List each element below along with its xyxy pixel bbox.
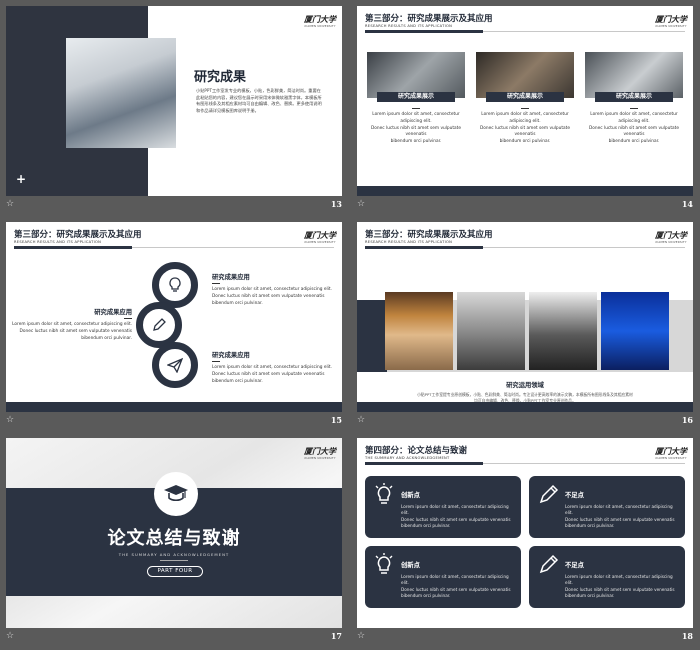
section-subtitle: THE SUMMARY AND ACKNOWLEDGEMENT bbox=[365, 456, 450, 460]
bottom-bar bbox=[6, 402, 342, 412]
office-photo bbox=[66, 38, 176, 148]
slide-18[interactable]: 第四部分：论文总结与致谢 THE SUMMARY AND ACKNOWLEDGE… bbox=[357, 438, 693, 628]
tower-photo bbox=[529, 292, 597, 370]
star-icon[interactable]: ☆ bbox=[6, 415, 14, 425]
slide-number: 17 bbox=[330, 631, 342, 641]
field-label: 研究运用领域 bbox=[506, 382, 544, 389]
slide-thumb-13[interactable]: + 厦门大学 XIAMEN UNIVERSITY 研究成果 小贴PPT工作室发专… bbox=[0, 0, 346, 212]
slide-number: 13 bbox=[330, 199, 342, 209]
header-divider bbox=[365, 30, 685, 33]
slide-thumb-16[interactable]: 第三部分：研究成果展示及其应用 RESEARCH RESULTS AND ITS… bbox=[351, 216, 697, 428]
result-card: 研究成果展示 Lorem ipsum dolor sit amet, conse… bbox=[476, 52, 574, 146]
bottom-bar bbox=[357, 402, 693, 412]
section-subtitle: RESEARCH RESULTS AND ITS APPLICATION bbox=[365, 240, 453, 244]
slide-title: 研究成果 bbox=[194, 70, 247, 85]
section-title: 第四部分：论文总结与致谢 bbox=[365, 446, 468, 456]
pencil-icon bbox=[537, 482, 559, 508]
slide-thumb-18[interactable]: 第四部分：论文总结与致谢 THE SUMMARY AND ACKNOWLEDGE… bbox=[351, 432, 697, 644]
header-divider bbox=[365, 462, 685, 465]
result-card: 研究成果展示 Lorem ipsum dolor sit amet, conse… bbox=[585, 52, 683, 146]
slide-thumb-17[interactable]: 厦门大学 XIAMEN UNIVERSITY 论文总结与致谢 THE SUMMA… bbox=[0, 432, 346, 644]
city-photo bbox=[457, 292, 525, 370]
section-title: 第三部分：研究成果展示及其应用 bbox=[14, 230, 142, 240]
bottom-bar bbox=[357, 186, 693, 196]
slide-number: 14 bbox=[681, 199, 693, 209]
divider bbox=[160, 560, 188, 561]
graduation-cap-icon bbox=[154, 472, 198, 516]
section-title: 第三部分：研究成果展示及其应用 bbox=[365, 230, 493, 240]
lightbulb-icon bbox=[373, 552, 395, 578]
slide-number: 18 bbox=[681, 631, 693, 641]
plus-icon: + bbox=[16, 172, 27, 186]
university-logo: 厦门大学 XIAMEN UNIVERSITY bbox=[655, 14, 687, 28]
section-title: 论文总结与致谢 bbox=[107, 528, 241, 549]
star-icon[interactable]: ☆ bbox=[357, 199, 365, 209]
slide-14[interactable]: 第三部分：研究成果展示及其应用 RESEARCH RESULTS AND ITS… bbox=[357, 6, 693, 196]
paper-plane-icon bbox=[159, 349, 191, 381]
application-item: 研究成果应用 Lorem ipsum dolor sit amet, conse… bbox=[212, 274, 332, 306]
slide-thumb-15[interactable]: 第三部分：研究成果展示及其应用 RESEARCH RESULTS AND ITS… bbox=[0, 216, 346, 428]
part-badge: PART FOUR bbox=[147, 566, 203, 577]
star-icon[interactable]: ☆ bbox=[6, 631, 14, 641]
shortcoming-box: 不足点 Lorem ipsum dolor sit amet, consecte… bbox=[529, 476, 685, 538]
skyline-photo bbox=[601, 292, 669, 370]
pencil-icon bbox=[537, 552, 559, 578]
innovation-box: 创新点 Lorem ipsum dolor sit amet, consecte… bbox=[365, 546, 521, 608]
slide-16[interactable]: 第三部分：研究成果展示及其应用 RESEARCH RESULTS AND ITS… bbox=[357, 222, 693, 412]
section-subtitle: THE SUMMARY AND ACKNOWLEDGEMENT bbox=[118, 552, 230, 557]
pencil-icon bbox=[143, 309, 175, 341]
star-icon[interactable]: ☆ bbox=[357, 415, 365, 425]
star-icon[interactable]: ☆ bbox=[357, 631, 365, 641]
section-subtitle: RESEARCH RESULTS AND ITS APPLICATION bbox=[365, 24, 453, 28]
section-title: 第三部分：研究成果展示及其应用 bbox=[365, 14, 493, 24]
university-logo: 厦门大学 XIAMEN UNIVERSITY bbox=[655, 446, 687, 460]
application-item: 研究成果应用 Lorem ipsum dolor sit amet, conse… bbox=[212, 352, 332, 384]
dark-accent bbox=[357, 300, 387, 372]
result-card: 研究成果展示 Lorem ipsum dolor sit amet, conse… bbox=[367, 52, 465, 146]
slide-number: 15 bbox=[330, 415, 342, 425]
header-divider bbox=[14, 246, 334, 249]
university-logo: 厦门大学 XIAMEN UNIVERSITY bbox=[655, 230, 687, 244]
header-divider bbox=[365, 246, 685, 249]
slide-15[interactable]: 第三部分：研究成果展示及其应用 RESEARCH RESULTS AND ITS… bbox=[6, 222, 342, 412]
section-subtitle: RESEARCH RESULTS AND ITS APPLICATION bbox=[14, 240, 102, 244]
star-icon[interactable]: ☆ bbox=[6, 199, 14, 209]
lightbulb-icon bbox=[159, 269, 191, 301]
university-logo: 厦门大学 XIAMEN UNIVERSITY bbox=[304, 446, 336, 460]
slide-body-text: 小贴PPT工作室发专业的模板，小贴，色彩鲜美，简洁时尚。重要在此粘贴您的内容，建… bbox=[196, 88, 322, 113]
shortcoming-box: 不足点 Lorem ipsum dolor sit amet, consecte… bbox=[529, 546, 685, 608]
slide-thumb-14[interactable]: 第三部分：研究成果展示及其应用 RESEARCH RESULTS AND ITS… bbox=[351, 0, 697, 212]
university-logo: 厦门大学 XIAMEN UNIVERSITY bbox=[304, 14, 336, 28]
innovation-box: 创新点 Lorem ipsum dolor sit amet, consecte… bbox=[365, 476, 521, 538]
application-item: 研究成果应用 Lorem ipsum dolor sit amet, conse… bbox=[12, 309, 132, 341]
lightbulb-icon bbox=[373, 482, 395, 508]
slide-17[interactable]: 厦门大学 XIAMEN UNIVERSITY 论文总结与致谢 THE SUMMA… bbox=[6, 438, 342, 628]
process-ring bbox=[152, 342, 198, 388]
pier-photo bbox=[385, 292, 453, 370]
slide-13[interactable]: + 厦门大学 XIAMEN UNIVERSITY 研究成果 小贴PPT工作室发专… bbox=[6, 6, 342, 196]
slide-number: 16 bbox=[681, 415, 693, 425]
university-logo: 厦门大学 XIAMEN UNIVERSITY bbox=[304, 230, 336, 244]
